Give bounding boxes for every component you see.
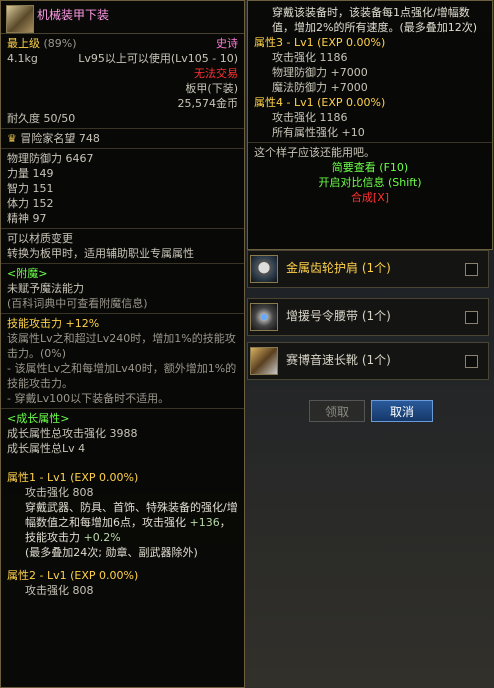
- attr4-title: 属性4 - Lv1 (EXP 0.00%): [254, 96, 386, 109]
- attr1-attack: 攻击强化 808: [25, 486, 94, 499]
- reward-checkbox[interactable]: [465, 311, 478, 324]
- transform-section: 可以材质变更 转换为板甲时，适用辅助职业专属属性: [1, 229, 244, 264]
- attr2-attack: 攻击强化 808: [25, 584, 94, 597]
- gear-shoulder-icon: [250, 255, 278, 283]
- attr3-line: 攻击强化 1186: [272, 51, 348, 64]
- skill-extra: - 该属性Lv之和每增加Lv40时，额外增加1%的技能攻击力。: [7, 362, 237, 390]
- flavor-text: 这个样子应该还能用吧。: [254, 146, 375, 159]
- item-slot: 板甲(下装): [185, 82, 238, 95]
- item-basic-info: 最上级 (89%) 史诗 4.1kg Lv95以上可以使用(Lv105 - 10…: [1, 34, 244, 129]
- stat-row: 力量 149: [7, 166, 238, 181]
- stat-row: 体力 152: [7, 196, 238, 211]
- attr4-line: 所有属性强化 +10: [272, 126, 365, 139]
- enchant-section: <附魔> 未赋予魔法能力 (百科词典中可查看附魔信息): [1, 264, 244, 314]
- growth-header: <成长属性>: [7, 412, 70, 425]
- transform-note: 可以材质变更: [7, 232, 73, 245]
- attr2-description: 穿戴该装备时，该装备每1点强化/增幅数值，增加2%的所有速度。(最多叠加12次): [272, 6, 478, 34]
- attr1-description: 穿戴武器、防具、首饰、特殊装备的强化/增幅数值之和每增加6点，攻击强化 +136…: [25, 501, 238, 559]
- reward-item[interactable]: 增援号令腰带 (1个): [247, 298, 489, 336]
- tooltip-header: 机械装甲下装: [1, 1, 244, 34]
- transform-detail: 转换为板甲时，适用辅助职业专属属性: [7, 247, 194, 260]
- stat-name: 体力: [7, 197, 29, 210]
- stat-value: 152: [32, 197, 54, 210]
- grade-label: 最上级: [7, 37, 40, 50]
- stat-row: 物理防御力 6467: [7, 151, 238, 166]
- receive-button[interactable]: 领取: [309, 400, 365, 422]
- attr1-title: 属性1 - Lv1 (EXP 0.00%): [7, 471, 139, 484]
- attr3-line: 魔法防御力 +7000: [272, 81, 368, 94]
- reward-item-label: 金属齿轮护肩 (1个): [286, 261, 391, 275]
- grade-percent: (89%): [43, 37, 77, 50]
- stat-row: 智力 151: [7, 181, 238, 196]
- growth-total-level: 成长属性总Lv 4: [7, 442, 86, 455]
- item-tooltip-continued: 穿戴该装备时，该装备每1点强化/增幅数值，增加2%的所有速度。(最多叠加12次)…: [247, 0, 493, 250]
- stat-value: 151: [32, 182, 54, 195]
- skill-attack-bonus: 技能攻击力 +12%: [7, 317, 100, 330]
- skill-restriction: - 穿戴Lv100以下装备时不适用。: [7, 392, 170, 405]
- stat-name: 精神: [7, 212, 29, 225]
- growth-section: <成长属性> 成长属性总攻击强化 3988 成长属性总Lv 4 属性1 - Lv…: [1, 409, 244, 600]
- enchant-header: <附魔>: [7, 267, 48, 280]
- rarity-label: 史诗: [216, 37, 238, 50]
- stat-value: 149: [32, 167, 54, 180]
- item-price: 25,574金币: [177, 97, 239, 110]
- attr4-line: 攻击强化 1186: [272, 111, 348, 124]
- trade-status: 无法交易: [194, 67, 238, 80]
- reward-checkbox[interactable]: [465, 355, 478, 368]
- stat-row: 精神 97: [7, 211, 238, 226]
- item-title: 机械装甲下装: [37, 8, 110, 22]
- skill-condition: 该属性Lv之和超过Lv240时，增加1%的技能攻击力。(0%): [7, 332, 236, 360]
- synthesize-link[interactable]: 合成[X]: [254, 190, 486, 205]
- stat-name: 智力: [7, 182, 29, 195]
- reward-item-label: 赛博音速长靴 (1个): [286, 353, 391, 367]
- belt-icon: [250, 303, 278, 331]
- boots-icon: [250, 347, 278, 375]
- stat-value: 6467: [65, 152, 94, 165]
- stat-value: 97: [32, 212, 47, 225]
- stats-section: 物理防御力 6467 力量 149 智力 151 体力 152 精神 97: [1, 149, 244, 229]
- reward-item-label: 增援号令腰带 (1个): [286, 309, 391, 323]
- armor-pants-icon: [6, 5, 34, 33]
- durability: 耐久度 50/50: [7, 112, 76, 125]
- growth-total-attack: 成长属性总攻击强化 3988: [7, 427, 138, 440]
- fame-crown-icon: ♛: [7, 132, 17, 145]
- reward-item[interactable]: 赛博音速长靴 (1个): [247, 342, 489, 380]
- weight: 4.1kg: [7, 52, 38, 65]
- reward-checkbox[interactable]: [465, 263, 478, 276]
- enchant-hint: (百科词典中可查看附魔信息): [7, 297, 148, 310]
- stat-name: 力量: [7, 167, 29, 180]
- level-requirement: Lv95以上可以使用(Lv105 - 10): [78, 52, 238, 65]
- cancel-button[interactable]: 取消: [371, 400, 433, 422]
- enchant-status: 未赋予魔法能力: [7, 282, 84, 295]
- attr3-line: 物理防御力 +7000: [272, 66, 368, 79]
- attr3-title: 属性3 - Lv1 (EXP 0.00%): [254, 36, 386, 49]
- brief-view-link[interactable]: 简要查看 (F10): [254, 160, 486, 175]
- compare-toggle-link[interactable]: 开启对比信息 (Shift): [254, 175, 486, 190]
- item-tooltip: 机械装甲下装 最上级 (89%) 史诗 4.1kg Lv95以上可以使用(Lv1…: [0, 0, 245, 688]
- skill-section: 技能攻击力 +12% 该属性Lv之和超过Lv240时，增加1%的技能攻击力。(0…: [1, 314, 244, 409]
- stat-name: 物理防御力: [7, 152, 62, 165]
- attr2-title: 属性2 - Lv1 (EXP 0.00%): [7, 569, 139, 582]
- fame-value: 冒险家名望 748: [20, 132, 100, 145]
- fame-section: ♛ 冒险家名望 748: [1, 129, 244, 149]
- reward-item[interactable]: 金属齿轮护肩 (1个): [247, 250, 489, 288]
